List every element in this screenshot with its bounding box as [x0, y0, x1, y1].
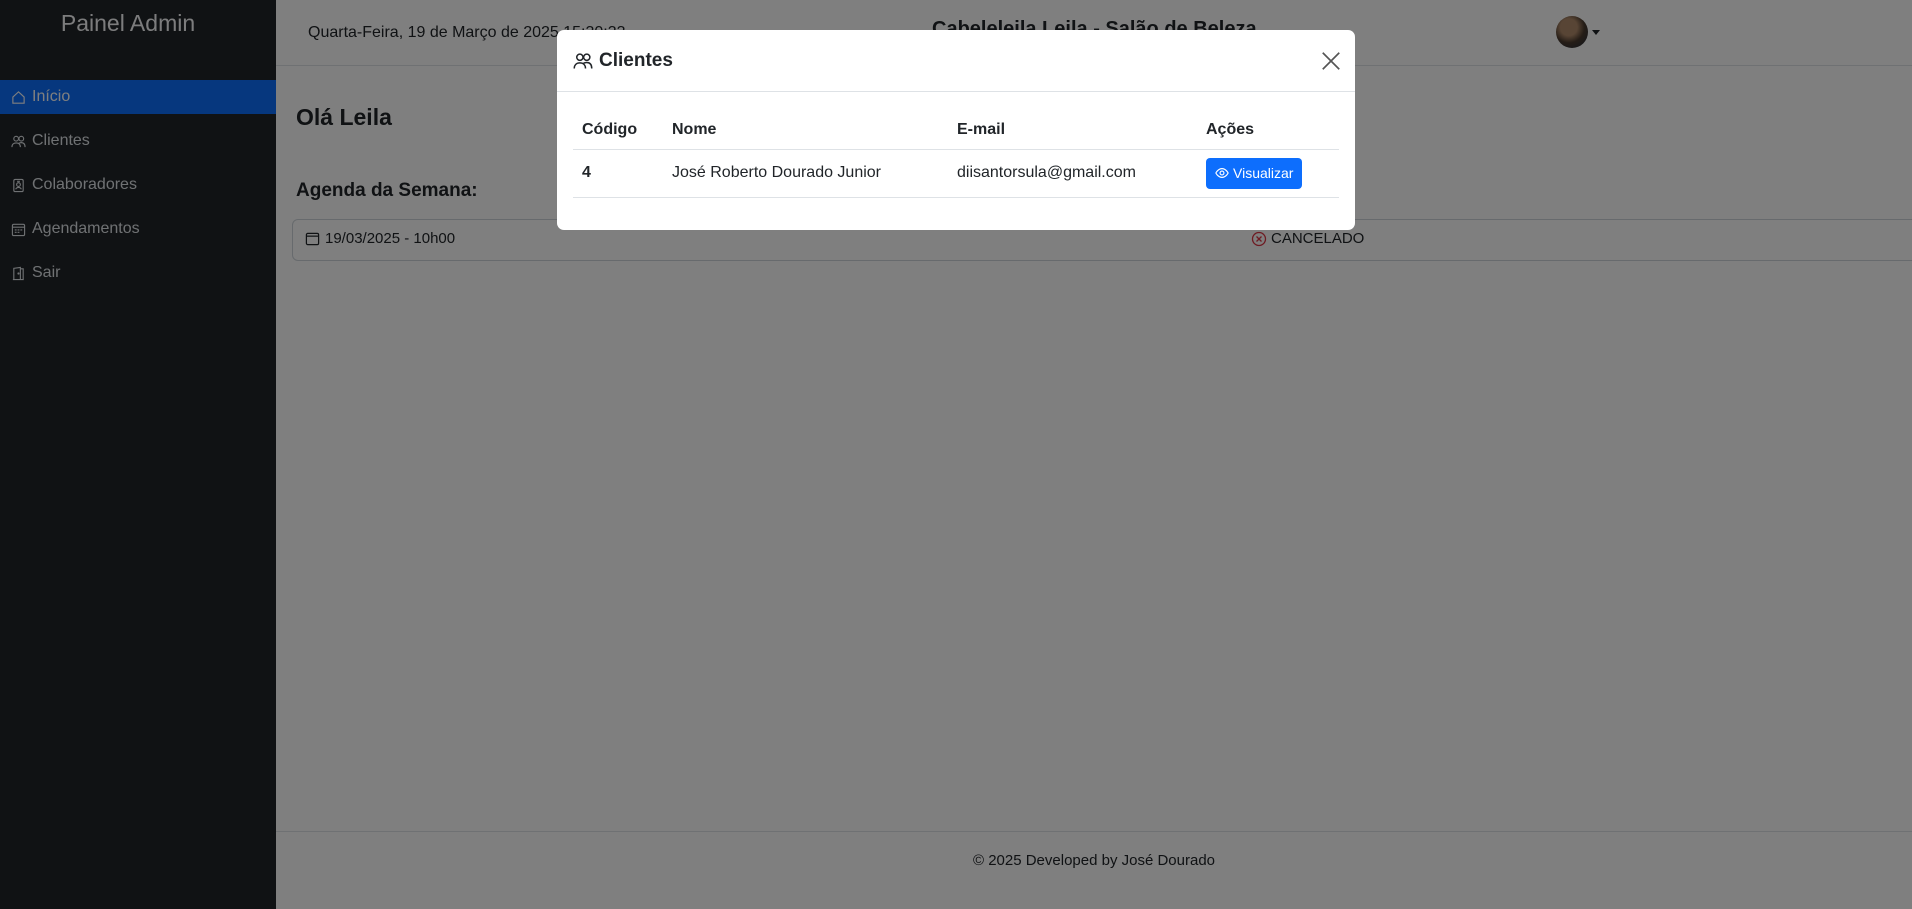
- modal-header: Clientes: [557, 30, 1355, 92]
- client-code: 4: [573, 149, 663, 198]
- view-client-label: Visualizar: [1233, 165, 1294, 181]
- column-header-email: E-mail: [948, 111, 1197, 150]
- close-icon: [1322, 52, 1340, 70]
- client-actions: Visualizar: [1197, 149, 1339, 198]
- clients-table: Código Nome E-mail Ações 4 José Roberto …: [573, 111, 1339, 198]
- view-client-button[interactable]: Visualizar: [1206, 157, 1303, 189]
- client-email: diisantorsula@gmail.com: [948, 149, 1197, 198]
- modal-title: Clientes: [573, 50, 673, 72]
- clients-modal: Clientes Código Nome E-mail Ações 4 José…: [557, 30, 1355, 230]
- table-header-row: Código Nome E-mail Ações: [573, 111, 1339, 150]
- client-name: José Roberto Dourado Junior: [663, 149, 948, 198]
- eye-icon: [1215, 168, 1229, 178]
- table-row: 4 José Roberto Dourado Junior diisantors…: [573, 149, 1339, 198]
- close-button[interactable]: [1320, 50, 1342, 72]
- modal-title-text: Clientes: [599, 50, 673, 71]
- column-header-actions: Ações: [1197, 111, 1339, 150]
- column-header-name: Nome: [663, 111, 948, 150]
- column-header-code: Código: [573, 111, 663, 150]
- people-icon: [573, 53, 593, 69]
